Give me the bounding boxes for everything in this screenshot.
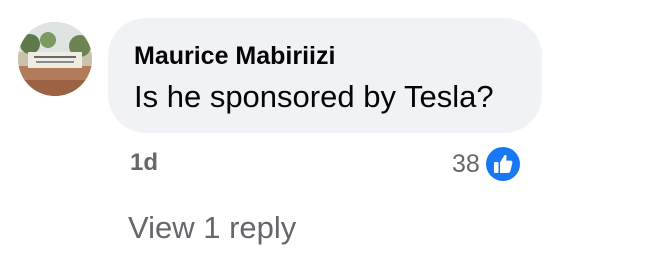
comment-timestamp[interactable]: 1d (130, 149, 158, 177)
comment-bubble: Maurice Mabiriizi Is he sponsored by Tes… (108, 18, 542, 133)
like-icon (482, 144, 523, 184)
comment-author[interactable]: Maurice Mabiriizi (134, 40, 516, 72)
avatar-image (18, 22, 92, 96)
reaction-summary[interactable]: 38 (452, 144, 523, 184)
comment-text: Is he sponsored by Tesla? (134, 79, 494, 114)
reaction-count: 38 (452, 150, 480, 178)
view-replies-link[interactable]: View 1 reply (128, 209, 296, 247)
comment: Maurice Mabiriizi Is he sponsored by Tes… (0, 0, 650, 260)
avatar[interactable] (18, 22, 92, 96)
